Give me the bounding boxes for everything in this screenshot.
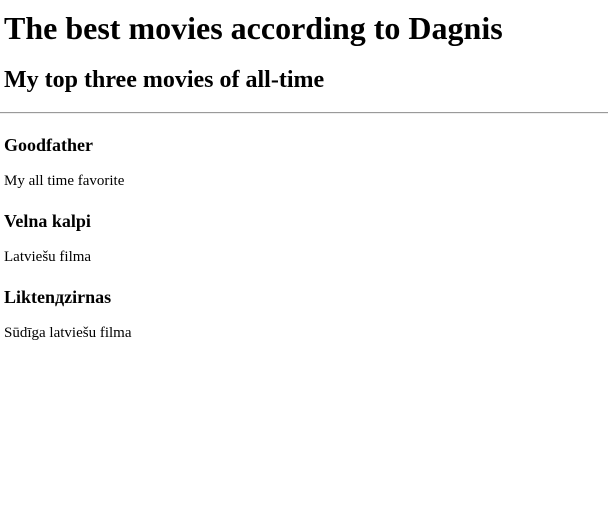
- movie-item: Liktenдzirnas Sūdīga latviešu filma: [4, 286, 604, 342]
- page-title: The best movies according to Dagnis: [4, 10, 503, 46]
- movie-title: Liktenдzirnas: [4, 287, 112, 307]
- movie-title: Velna kalpi: [4, 211, 91, 231]
- movie-title: Goodfather: [4, 135, 93, 155]
- movie-description: Latviešu filma: [4, 249, 92, 265]
- page-subtitle: My top three movies of all-time: [4, 67, 325, 93]
- page: The best movies according to Dagnis My t…: [0, 0, 608, 509]
- movie-description: Sūdīga latviešu filma: [4, 325, 132, 341]
- movie-item: Velna kalpi Latviešu filma: [4, 210, 604, 266]
- movie-item: Goodfather My all time favorite: [4, 134, 604, 190]
- movie-description: My all time favorite: [4, 173, 125, 189]
- divider: [0, 112, 608, 114]
- movie-list: Goodfather My all time favorite Velna ka…: [4, 134, 604, 342]
